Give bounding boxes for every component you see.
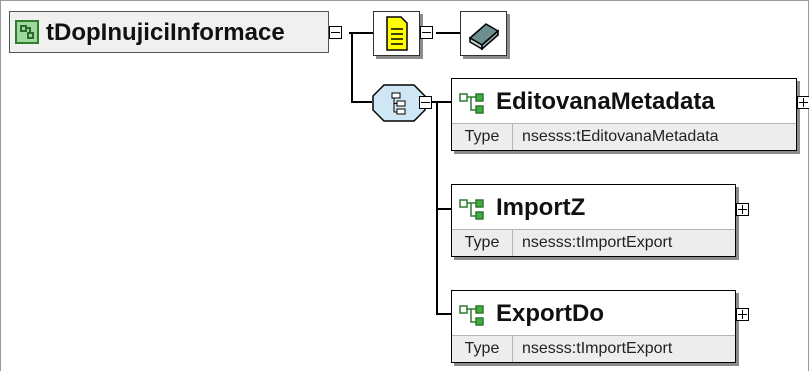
annotation-collapse-toggle[interactable] [420, 26, 433, 39]
element-name: EditovanaMetadata [496, 88, 715, 115]
element-header: EditovanaMetadata [452, 79, 796, 125]
documentation-icon [386, 16, 408, 51]
element-type-row: Type nsesss:tImportExport [452, 229, 735, 256]
root-collapse-toggle[interactable] [329, 26, 342, 39]
expand-importz[interactable] [736, 203, 749, 216]
type-label: Type [452, 124, 513, 150]
complex-type-icon [15, 20, 39, 44]
element-type-row: Type nsesss:tImportExport [452, 335, 735, 362]
extension-box[interactable] [460, 11, 507, 56]
expand-exportdo[interactable] [736, 308, 749, 321]
element-icon [459, 93, 484, 114]
element-header: ImportZ [452, 185, 735, 231]
extension-book-icon [468, 23, 500, 51]
root-complex-type[interactable]: tDopInujiciInformace [9, 11, 329, 53]
type-value: nsesss:tImportExport [522, 234, 673, 251]
element-name: ExportDo [496, 300, 604, 327]
element-box-importz[interactable]: ImportZ Type nsesss:tImportExport [451, 184, 736, 257]
element-name: ImportZ [496, 194, 586, 221]
type-value: nsesss:tImportExport [522, 340, 673, 357]
type-label: Type [452, 336, 513, 362]
root-type-name: tDopInujiciInformace [46, 19, 285, 46]
type-value: nsesss:tEditovanaMetadata [522, 128, 719, 145]
element-header: ExportDo [452, 291, 735, 337]
expand-editovana-metadata[interactable] [797, 96, 809, 109]
annotation-box[interactable] [373, 11, 420, 56]
element-icon [459, 305, 484, 326]
sequence-collapse-toggle[interactable] [419, 96, 432, 109]
element-box-editovana-metadata[interactable]: EditovanaMetadata Type nsesss:tEditovana… [451, 78, 797, 151]
type-label: Type [452, 230, 513, 256]
element-type-row: Type nsesss:tEditovanaMetadata [452, 123, 796, 150]
element-box-exportdo[interactable]: ExportDo Type nsesss:tImportExport [451, 290, 736, 363]
element-icon [459, 199, 484, 220]
